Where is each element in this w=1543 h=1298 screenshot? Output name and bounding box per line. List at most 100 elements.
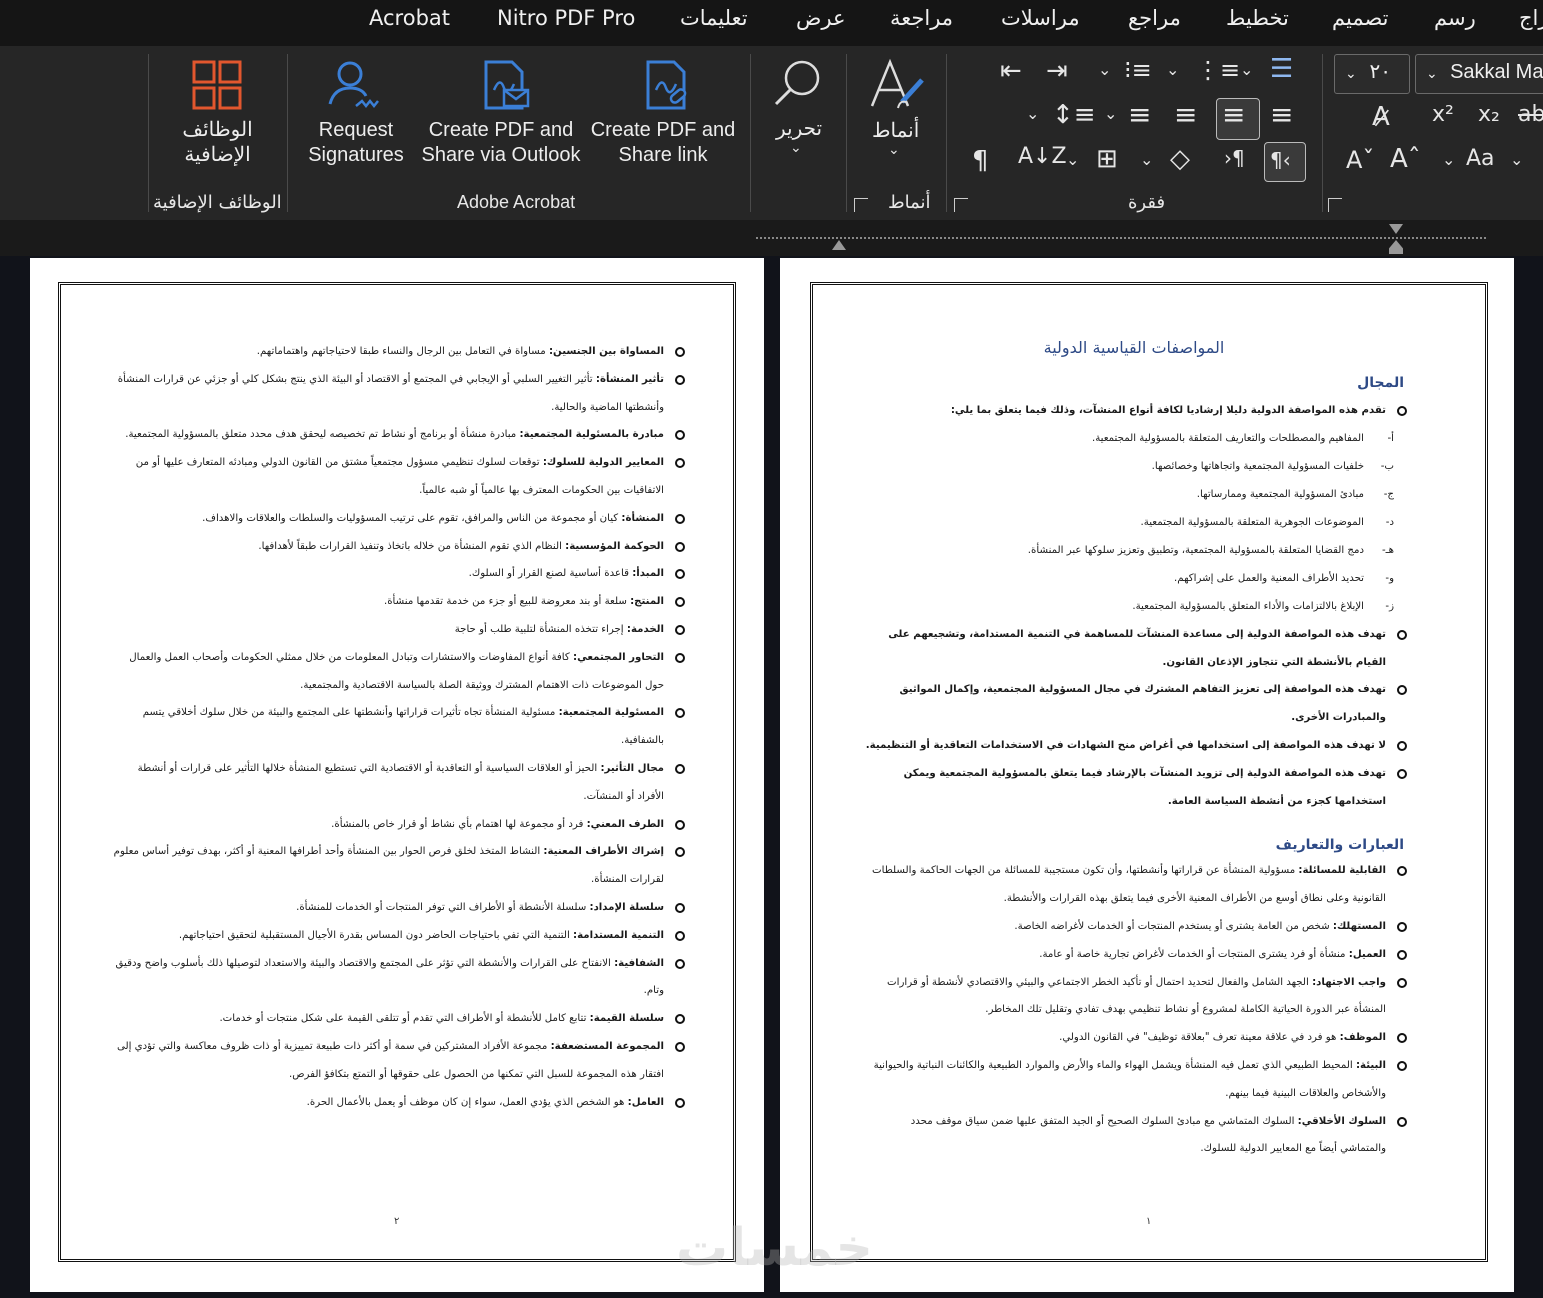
- definition-term: سلسلة القيمة:: [589, 1013, 664, 1025]
- list-item: الخدمة: إجراء تتخذه المنشأة لتلبية طلب أ…: [112, 616, 685, 644]
- definition-text: النظام الذي تقوم المنشأة من خلاله باتخاذ…: [258, 540, 566, 552]
- bullet-icon: [675, 958, 685, 969]
- page-1[interactable]: المواصفات القياسية الدولية المجال تقدم ه…: [780, 258, 1514, 1292]
- styles-icon[interactable]: [868, 58, 926, 112]
- strikethrough-icon[interactable]: ab: [1518, 102, 1543, 127]
- first-line-indent-marker[interactable]: [1389, 224, 1403, 234]
- list-item: مجال التأثير: الحيز أو العلاقات السياسية…: [112, 755, 685, 811]
- request-signatures-icon[interactable]: [326, 60, 382, 112]
- tab-nitro[interactable]: Nitro PDF Pro: [497, 6, 635, 30]
- bullet-icon: [1397, 921, 1407, 932]
- bullet-icon: [675, 513, 685, 524]
- search-icon[interactable]: [772, 58, 826, 108]
- tab-insert[interactable]: إدراج: [1519, 6, 1543, 30]
- definition-text: المحيط الطبيعي الذي تعمل فيه المنشأة ويش…: [873, 1059, 1386, 1099]
- definition-text: منشأة أو فرد يشترى المنتجات أو الخدمات ل…: [1039, 948, 1349, 960]
- bullet-icon: [675, 374, 685, 385]
- tab-mailings[interactable]: مراسلات: [1001, 6, 1080, 30]
- edit-button[interactable]: تحرير: [776, 116, 822, 141]
- definition-term: التحاور المجتمعي:: [573, 651, 664, 663]
- bullet-icon: [1397, 1060, 1407, 1071]
- chevron-down-icon[interactable]: ⌄: [790, 140, 802, 156]
- font-size-value: ٢٠: [1369, 59, 1391, 83]
- styles-button[interactable]: أنماط: [872, 118, 919, 143]
- font-launcher-icon[interactable]: [1328, 198, 1342, 212]
- tab-review[interactable]: مراجعة: [890, 6, 953, 30]
- addins-button[interactable]: الوظائف الإضافية: [160, 118, 275, 168]
- definition-text: سلسلة الأنشطة أو الأطراف التي توفر المنت…: [296, 901, 590, 913]
- styles-launcher-icon[interactable]: [854, 198, 868, 212]
- bullet-icon: [675, 819, 685, 830]
- borders-icon[interactable]: ⊞: [1096, 144, 1118, 174]
- request-signatures-button[interactable]: Request Signatures: [300, 118, 412, 168]
- list-item: المنشأة: كيان أو مجموعة من الناس والمراف…: [112, 505, 685, 533]
- tab-layout[interactable]: تخطيط: [1226, 6, 1289, 30]
- clear-formatting-icon[interactable]: A̷: [1372, 102, 1390, 132]
- font-name-combo[interactable]: ⌄ Sakkal Majalla: [1415, 54, 1543, 94]
- multilevel-list-icon[interactable]: ⁝≡: [1124, 56, 1152, 84]
- chevron-down-icon[interactable]: ⌄: [1026, 104, 1039, 123]
- list-item: سلسلة القيمة: تتابع كامل للأنشطة أو الأط…: [112, 1005, 685, 1033]
- chevron-down-icon[interactable]: ⌄: [888, 142, 900, 158]
- chevron-down-icon[interactable]: ⌄: [1104, 104, 1117, 123]
- definition-term: الحوكمة المؤسسية:: [565, 540, 664, 552]
- chevron-down-icon[interactable]: ⌄: [1510, 150, 1523, 169]
- list-item: المستهلك: شخص من العامة يشترى أو يستخدم …: [864, 913, 1407, 941]
- numbered-list-icon[interactable]: ⋮≡: [1196, 56, 1240, 84]
- definition-text: إجراء تتخذه المنشأة لتلبية طلب أو حاجة: [454, 623, 627, 635]
- grow-font-icon[interactable]: Aˆ: [1390, 144, 1421, 174]
- left-indent-marker[interactable]: [832, 240, 846, 250]
- definition-term: التنمية المستدامة:: [573, 929, 664, 941]
- chevron-down-icon[interactable]: ⌄: [1140, 150, 1153, 169]
- list-item: المنتج: سلعة أو بند معروضة للبيع أو جزء …: [112, 588, 685, 616]
- create-pdf-link-button[interactable]: Create PDF and Share link: [588, 118, 738, 168]
- increase-indent-icon[interactable]: ⇥: [1046, 56, 1068, 86]
- tab-references[interactable]: مراجع: [1128, 6, 1181, 30]
- align-left-icon[interactable]: ≡: [1174, 98, 1197, 131]
- align-right-icon[interactable]: ≡: [1270, 98, 1293, 131]
- create-pdf-outlook-button[interactable]: Create PDF and Share via Outlook: [410, 118, 592, 168]
- definition-text: قاعدة أساسية لصنع القرار أو السلوك.: [468, 568, 633, 580]
- paragraph-launcher-icon[interactable]: [954, 198, 968, 212]
- horizontal-ruler[interactable]: [0, 220, 1543, 256]
- tab-design[interactable]: تصميم: [1332, 6, 1389, 30]
- chevron-down-icon[interactable]: ⌄: [1066, 150, 1079, 169]
- bulleted-list-icon[interactable]: ☰: [1270, 54, 1293, 84]
- rtl-direction-icon: ¶‹: [1270, 148, 1291, 172]
- tab-help[interactable]: تعليمات: [680, 6, 748, 30]
- chevron-down-icon[interactable]: ⌄: [1442, 150, 1455, 169]
- change-case-icon[interactable]: Aa: [1466, 146, 1495, 171]
- page-2[interactable]: المساواة بين الجنسين: مساواة في التعامل …: [30, 258, 764, 1292]
- line-spacing-icon[interactable]: ↕≡: [1052, 100, 1096, 130]
- bullet-icon: [675, 1097, 685, 1108]
- list-item-text: تقدم هذه المواصفة الدولية دليلا إرشاديا …: [950, 405, 1386, 416]
- pilcrow-icon[interactable]: ¶: [972, 146, 989, 176]
- pdf-link-icon[interactable]: [644, 60, 694, 112]
- list-item: الشفافية: الانفتاح على القرارات والأنشطة…: [112, 950, 685, 1006]
- definition-term: إشراك الأطراف المعنية:: [543, 846, 664, 858]
- tab-draw[interactable]: رسم: [1434, 6, 1476, 30]
- tab-view[interactable]: عرض: [796, 6, 846, 30]
- chevron-down-icon[interactable]: ⌄: [1240, 60, 1253, 79]
- chevron-down-icon[interactable]: ⌄: [1098, 60, 1111, 79]
- shrink-font-icon[interactable]: Aˇ: [1346, 146, 1374, 174]
- sub-list-letter: ز-: [1385, 600, 1394, 612]
- definitions-list: القابلية للمسائلة: مسؤولية المنشأة عن قر…: [864, 857, 1407, 1164]
- font-size-combo[interactable]: ⌄ ٢٠: [1334, 54, 1410, 94]
- right-indent-marker[interactable]: [1389, 240, 1403, 254]
- chevron-down-icon: ⌄: [1426, 66, 1438, 82]
- sort-icon[interactable]: A↓Z: [1018, 144, 1067, 169]
- justify-icon[interactable]: ≡: [1128, 98, 1151, 131]
- chevron-down-icon[interactable]: ⌄: [1166, 60, 1179, 79]
- addins-icon[interactable]: [192, 60, 242, 110]
- pdf-outlook-icon[interactable]: [482, 60, 532, 112]
- shading-icon[interactable]: ◇: [1170, 144, 1190, 174]
- decrease-indent-icon[interactable]: ⇤: [1000, 56, 1022, 86]
- ltr-direction-icon[interactable]: ›¶: [1224, 146, 1245, 170]
- watermark: خمسات: [676, 1218, 874, 1278]
- superscript-icon[interactable]: x²: [1432, 102, 1454, 127]
- subscript-icon[interactable]: x₂: [1478, 102, 1500, 127]
- tab-acrobat[interactable]: Acrobat: [369, 6, 450, 30]
- list-item: السلوك الأخلاقي: السلوك المتماشي مع مباد…: [864, 1108, 1407, 1164]
- definition-term: المعايير الدولية للسلوك:: [542, 457, 664, 469]
